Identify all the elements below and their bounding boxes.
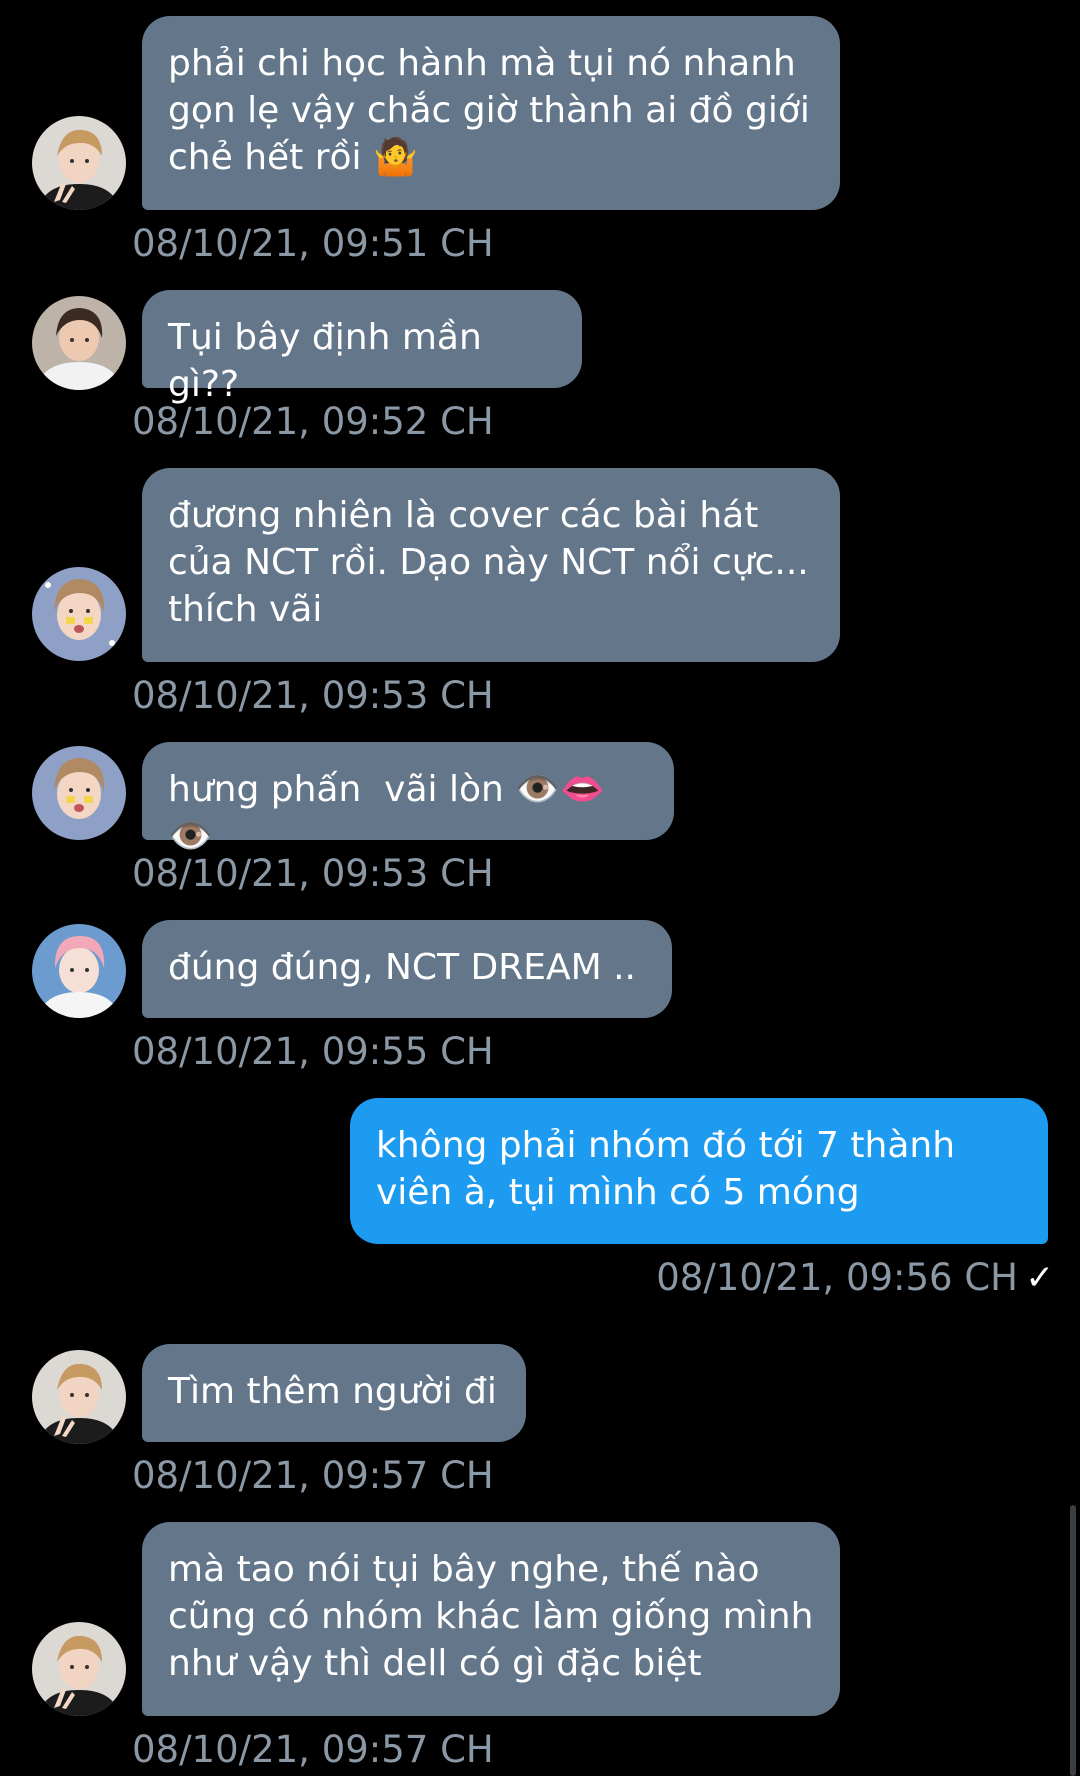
message-thread[interactable]: phải chi học hành mà tụi nó nhanh gọn lẹ… [0,0,1080,1776]
avatar[interactable] [32,296,126,390]
avatar-boy-stickers-image [32,746,126,840]
avatar[interactable] [32,1350,126,1444]
message-timestamp: 08/10/21, 09:55 CH [132,1030,494,1073]
message-bubble[interactable]: Tìm thêm người đi [142,1344,526,1442]
avatar[interactable] [32,746,126,840]
message-bubble[interactable]: không phải nhóm đó tới 7 thành viên à, t… [350,1098,1048,1244]
message-timestamp: 08/10/21, 09:51 CH [132,222,494,265]
message-timestamp: 08/10/21, 09:56 CH [656,1256,1018,1299]
avatar[interactable] [32,1622,126,1716]
avatar-boy-stickers-image [32,567,126,661]
avatar-boy-white-hoodie-image [32,296,126,390]
message-timestamp: 08/10/21, 09:53 CH [132,674,494,717]
message-bubble[interactable]: đúng đúng, NCT DREAM .. [142,920,672,1018]
avatar-boy-peace-image [32,1622,126,1716]
message-timestamp: 08/10/21, 09:57 CH [132,1728,494,1771]
sent-check-icon: ✓ [1025,1258,1055,1298]
message-timestamp: 08/10/21, 09:53 CH [132,852,494,895]
avatar-boy-peace-image [32,116,126,210]
message-bubble[interactable]: đương nhiên là cover các bài hát của NCT… [142,468,840,662]
avatar-boy-pink-hair-image [32,924,126,1018]
scrollbar[interactable] [1070,1505,1076,1776]
message-bubble[interactable]: phải chi học hành mà tụi nó nhanh gọn lẹ… [142,16,840,210]
avatar-boy-peace-image [32,1350,126,1444]
avatar[interactable] [32,567,126,661]
message-timestamp: 08/10/21, 09:52 CH [132,400,494,443]
message-timestamp: 08/10/21, 09:57 CH [132,1454,494,1497]
avatar[interactable] [32,924,126,1018]
avatar[interactable] [32,116,126,210]
message-bubble[interactable]: hưng phấn vãi lòn 👁️👄👁️ [142,742,674,857]
message-bubble[interactable]: Tụi bây định mần gì?? [142,290,582,405]
message-bubble[interactable]: mà tao nói tụi bây nghe, thế nào cũng có… [142,1522,840,1716]
